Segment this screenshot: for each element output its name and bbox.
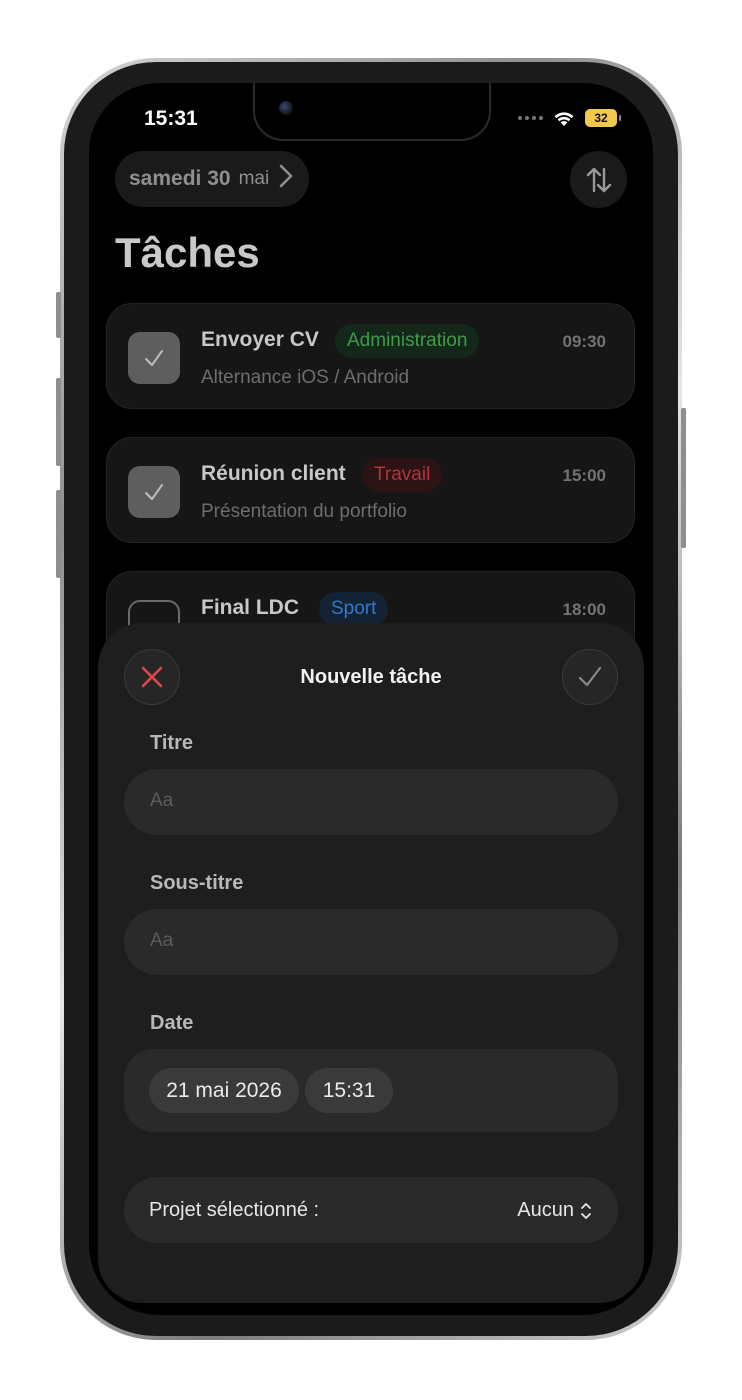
page-title: Tâches — [115, 229, 260, 276]
date-picker-row: 21 mai 2026 15:31 — [124, 1049, 618, 1132]
task-card[interactable]: Réunion client Travail 15:00 Présentatio… — [106, 437, 635, 543]
screen: 15:31 32 samedi 30 mai Tâches Envoyer CV… — [89, 83, 653, 1315]
status-indicators: 32 — [518, 109, 621, 127]
date-day: samedi 30 — [129, 167, 231, 190]
date-selector[interactable]: samedi 30 mai — [115, 151, 310, 207]
task-time: 09:30 — [562, 332, 606, 351]
date-chip[interactable]: 21 mai 2026 — [149, 1068, 299, 1113]
task-tag: Sport — [319, 592, 389, 626]
task-tag: Travail — [362, 458, 443, 492]
new-task-sheet: Nouvelle tâche Titre Aa Sous-titre Aa Da… — [98, 623, 644, 1303]
power-button — [681, 408, 686, 548]
task-checkbox[interactable] — [128, 332, 180, 384]
title-placeholder: Aa — [150, 790, 174, 811]
time-chip[interactable]: 15:31 — [305, 1068, 393, 1113]
checkmark-icon — [145, 484, 163, 500]
task-checkbox[interactable] — [128, 466, 180, 518]
date-month: mai — [238, 168, 270, 189]
title-label: Titre — [150, 732, 193, 754]
task-card[interactable]: Envoyer CV Administration 09:30 Alternan… — [106, 303, 635, 409]
chevron-up-down-icon — [581, 1202, 591, 1219]
project-value-wrap: Aucun — [517, 1199, 592, 1222]
task-tag: Administration — [335, 324, 480, 358]
task-time: 15:00 — [562, 466, 606, 485]
checkmark-icon — [145, 350, 163, 366]
subtitle-label: Sous-titre — [150, 872, 244, 894]
sort-arrows-icon — [586, 167, 611, 192]
project-selector[interactable]: Projet sélectionné : Aucun — [124, 1177, 618, 1243]
project-value: Aucun — [517, 1199, 574, 1221]
volume-up-button — [56, 378, 61, 466]
task-subtitle: Alternance iOS / Android — [201, 367, 410, 388]
camera-icon — [279, 101, 293, 115]
checkmark-icon — [578, 666, 602, 687]
title-input[interactable]: Aa — [124, 769, 618, 835]
status-time: 15:31 — [144, 107, 198, 130]
task-title: Réunion client — [201, 462, 346, 485]
wifi-icon — [554, 111, 574, 126]
confirm-button[interactable] — [562, 649, 618, 705]
battery-icon: 32 — [585, 109, 621, 127]
task-title: Envoyer CV — [201, 328, 319, 351]
camera-notch — [253, 83, 491, 141]
volume-down-button — [56, 490, 61, 578]
sort-button[interactable] — [570, 151, 627, 208]
subtitle-placeholder: Aa — [150, 930, 174, 951]
project-label: Projet sélectionné : — [149, 1199, 320, 1221]
task-title: Final LDC — [201, 596, 299, 619]
mute-switch — [56, 292, 61, 338]
chevron-right-icon — [279, 164, 293, 195]
subtitle-input[interactable]: Aa — [124, 909, 618, 975]
task-time: 18:00 — [562, 600, 606, 619]
task-subtitle: Présentation du portfolio — [201, 501, 407, 522]
cellular-signal-icon — [518, 116, 543, 120]
date-label: Date — [150, 1012, 194, 1034]
